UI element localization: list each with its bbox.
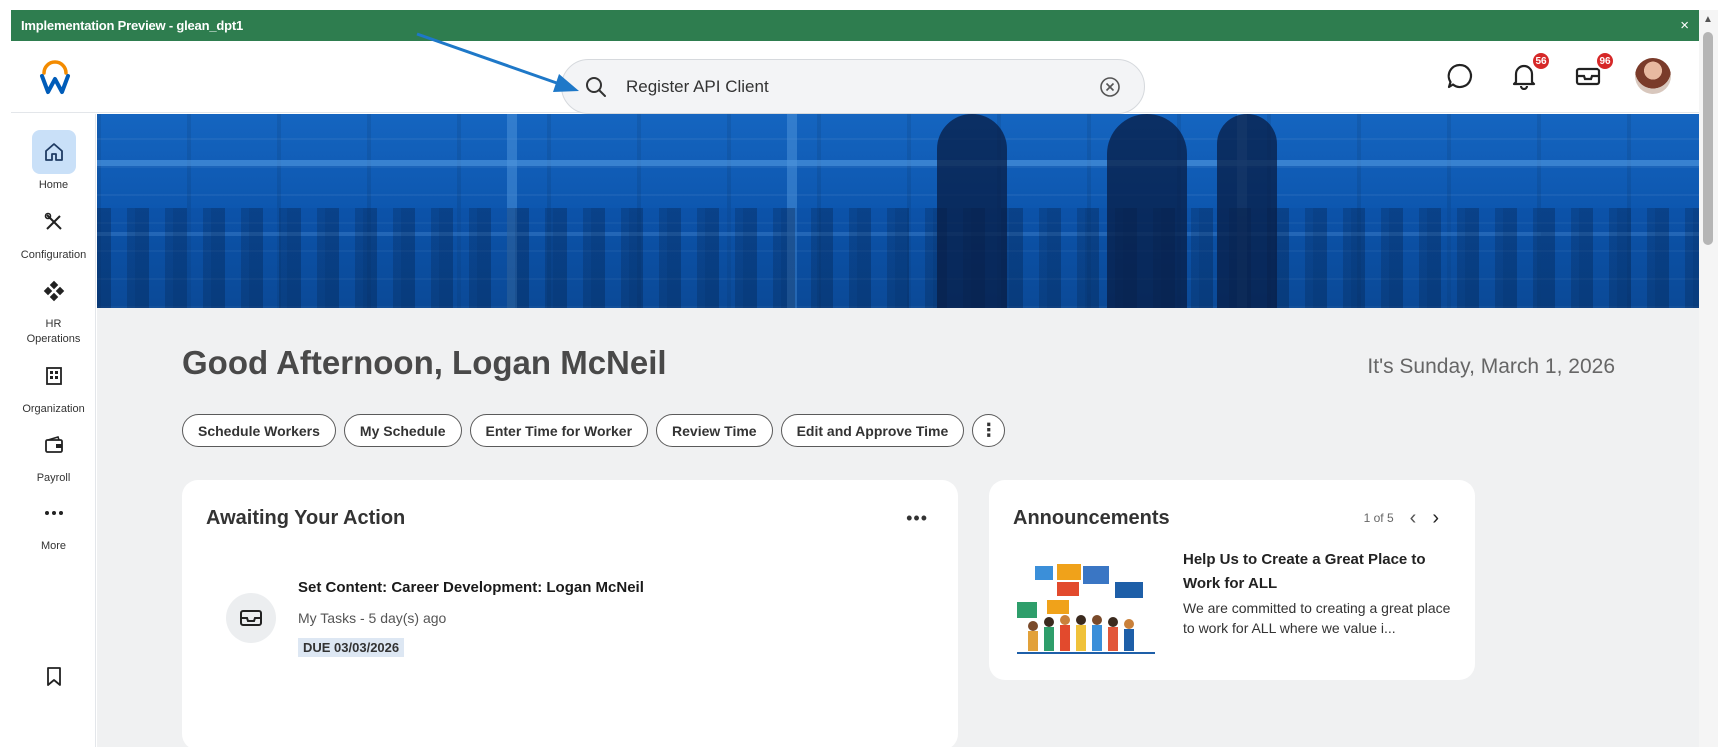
announcement-image[interactable] — [1013, 560, 1159, 660]
tools-icon — [32, 200, 76, 244]
quick-action-review-time[interactable]: Review Time — [656, 414, 773, 447]
sidebar-nav: Home Configuration HR Operations Organiz… — [11, 114, 96, 747]
announcements-card: Announcements 1 of 5 ‹ › Help Us to Crea… — [989, 480, 1475, 680]
home-icon — [31, 130, 76, 174]
search-input[interactable]: Register API Client — [626, 77, 1098, 97]
top-header: Register API Client 56 96 — [11, 41, 1699, 114]
hr-operations-icon — [32, 269, 76, 313]
banner-decoration — [1217, 114, 1277, 308]
notifications-badge: 56 — [1531, 51, 1551, 71]
sidebar-item-label: Organization — [22, 403, 85, 415]
sidebar-item-label: More — [40, 540, 67, 552]
due-date-badge: DUE 03/03/2026 — [298, 638, 405, 657]
next-arrow-icon[interactable]: › — [1432, 508, 1439, 528]
inbox-button[interactable]: 96 — [1571, 51, 1615, 93]
sidebar-item-home[interactable]: Home — [11, 130, 96, 193]
banner-decoration — [97, 208, 1699, 308]
hero-banner-image — [97, 114, 1699, 308]
quick-action-edit-and-approve-time[interactable]: Edit and Approve Time — [780, 414, 965, 447]
quick-action-schedule-workers[interactable]: Schedule Workers — [182, 414, 336, 447]
pager-count: 1 of 5 — [1363, 511, 1394, 525]
sidebar-item-label: Payroll — [36, 472, 71, 484]
quick-actions: Schedule Workers My Schedule Enter Time … — [182, 414, 1006, 447]
task-subtitle: My Tasks - 5 day(s) ago — [298, 610, 447, 626]
notifications-button[interactable]: 56 — [1507, 51, 1551, 93]
scroll-up-arrow-icon[interactable]: ▲ — [1703, 14, 1713, 25]
sidebar-item-label: HR Operations — [26, 318, 81, 345]
wallet-icon — [32, 423, 76, 467]
previous-arrow-icon[interactable]: ‹ — [1410, 508, 1417, 528]
avatar[interactable] — [1635, 58, 1671, 94]
app-window: Implementation Preview - glean_dpt1 × Re… — [11, 10, 1699, 750]
workday-logo[interactable] — [39, 59, 71, 95]
current-date: It's Sunday, March 1, 2026 — [1367, 355, 1615, 378]
page-title: Good Afternoon, Logan McNeil — [182, 344, 667, 381]
announcement-headline[interactable]: Help Us to Create a Great Place to Work … — [1183, 548, 1453, 596]
inbox-badge: 96 — [1595, 51, 1615, 71]
banner-decoration — [1107, 114, 1187, 308]
chat-button[interactable] — [1443, 59, 1477, 93]
banner-decoration — [937, 114, 1007, 308]
search-icon — [586, 76, 606, 97]
scrollbar-thumb[interactable] — [1703, 32, 1713, 245]
sidebar-item-label: Configuration — [20, 249, 87, 261]
sidebar-item-payroll[interactable]: Payroll — [11, 423, 96, 486]
sidebar-item-label: Home — [38, 179, 69, 191]
announcement-body: We are committed to creating a great pla… — [1183, 600, 1451, 637]
bookmark-icon — [32, 654, 76, 698]
clear-search-icon[interactable] — [1098, 75, 1122, 99]
card-title: Awaiting Your Action — [206, 507, 406, 529]
close-icon[interactable]: × — [1680, 17, 1689, 34]
card-title: Announcements — [1013, 507, 1170, 529]
banner-decoration — [97, 160, 1699, 166]
sidebar-item-organization[interactable]: Organization — [11, 354, 96, 417]
task-title-link[interactable]: Set Content: Career Development: Logan M… — [298, 579, 644, 596]
card-menu-button[interactable]: ••• — [906, 508, 928, 529]
preview-title: Implementation Preview - glean_dpt1 — [21, 18, 243, 33]
quick-action-enter-time-for-worker[interactable]: Enter Time for Worker — [469, 414, 649, 447]
more-dots-icon — [32, 491, 76, 535]
sidebar-item-hr-operations[interactable]: HR Operations — [11, 269, 96, 347]
sidebar-bookmark[interactable] — [11, 654, 96, 702]
inbox-task-icon — [226, 593, 276, 643]
more-actions-button[interactable]: ⋮ — [972, 414, 1006, 447]
global-search[interactable]: Register API Client — [561, 59, 1145, 114]
chat-icon — [1447, 63, 1473, 89]
quick-action-my-schedule[interactable]: My Schedule — [343, 414, 462, 447]
sidebar-item-configuration[interactable]: Configuration — [11, 200, 96, 263]
awaiting-action-card: Awaiting Your Action ••• Set Content: Ca… — [182, 480, 958, 750]
home-content: Good Afternoon, Logan McNeil It's Sunday… — [97, 308, 1699, 750]
building-icon — [32, 354, 76, 398]
header-actions: 56 96 — [1443, 51, 1671, 94]
vertical-scrollbar[interactable]: ▲ — [1699, 10, 1718, 747]
announcements-pager: 1 of 5 ‹ › — [1364, 508, 1439, 528]
sidebar-item-more[interactable]: More — [11, 491, 96, 554]
implementation-preview-bar: Implementation Preview - glean_dpt1 × — [11, 10, 1699, 41]
